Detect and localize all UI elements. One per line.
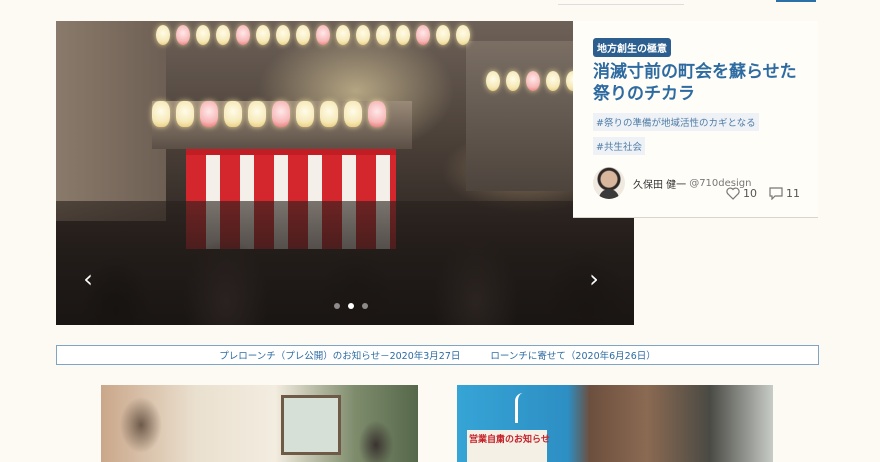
chevron-right-icon: › [589, 265, 599, 293]
avatar [593, 167, 625, 199]
carousel-dots [334, 303, 368, 309]
lantern [376, 25, 390, 45]
article-stats: 10 11 [726, 187, 800, 200]
heart-icon [726, 187, 740, 200]
top-divider [558, 4, 684, 5]
lantern [176, 25, 190, 45]
like-button[interactable]: 10 [726, 187, 757, 200]
author-name[interactable]: 久保田 健一 [633, 176, 686, 191]
lantern [506, 71, 520, 91]
tag-link[interactable]: #共生社会 [593, 137, 645, 155]
hero-carousel[interactable]: ‹ › [56, 21, 634, 325]
article-title[interactable]: 消滅寸前の町会を蘇らせた 祭りのチカラ [593, 61, 800, 105]
lantern [296, 101, 314, 127]
comment-icon [769, 187, 783, 200]
article-thumbnail[interactable] [101, 385, 418, 462]
lantern-row-stage [152, 101, 386, 127]
lantern [344, 101, 362, 127]
article-tags: #祭りの準備が地域活性のカギとなる #共生社会 [593, 105, 800, 155]
prelaunch-notice-link[interactable]: プレローンチ（プレ公開）のお知らせ－2020年3月27日 [219, 348, 460, 362]
lantern [456, 25, 470, 45]
launch-notice-link[interactable]: ローンチに寄せて（2020年6月26日） [490, 348, 655, 362]
lantern [236, 25, 250, 45]
lantern [176, 101, 194, 127]
chevron-left-icon: ‹ [83, 265, 93, 293]
carousel-dot[interactable] [362, 303, 368, 309]
lantern [216, 25, 230, 45]
article-title-line2: 祭りのチカラ [593, 84, 695, 104]
lantern [368, 101, 386, 127]
poster-text: 営業自粛のお知らせ [469, 435, 550, 445]
lantern [272, 101, 290, 127]
bird-icon [515, 393, 529, 423]
lantern-row-top [156, 25, 470, 45]
carousel-next-button[interactable]: › [584, 265, 604, 293]
carousel-prev-button[interactable]: ‹ [78, 265, 98, 293]
lantern [248, 101, 266, 127]
lantern [336, 25, 350, 45]
like-count: 10 [743, 187, 757, 200]
lantern [156, 25, 170, 45]
lantern [526, 71, 540, 91]
comment-button[interactable]: 11 [769, 187, 800, 200]
lantern [416, 25, 430, 45]
lantern [296, 25, 310, 45]
lantern [276, 25, 290, 45]
lantern [436, 25, 450, 45]
article-thumbnail[interactable]: 営業自粛のお知らせ [457, 385, 773, 462]
carousel-dot-active[interactable] [348, 303, 354, 309]
lantern [152, 101, 170, 127]
lantern [356, 25, 370, 45]
lantern [196, 25, 210, 45]
lantern [396, 25, 410, 45]
lantern [256, 25, 270, 45]
lantern-row-right [486, 71, 580, 91]
hero-building-left [56, 21, 166, 221]
category-badge[interactable]: 地方創生の極意 [593, 38, 671, 57]
lantern [486, 71, 500, 91]
thumbnail-window [281, 395, 341, 455]
lantern [200, 101, 218, 127]
announcement-bar: プレローンチ（プレ公開）のお知らせ－2020年3月27日 ローンチに寄せて（20… [56, 345, 819, 365]
featured-article-card[interactable]: 地方創生の極意 消滅寸前の町会を蘇らせた 祭りのチカラ #祭りの準備が地域活性の… [573, 21, 818, 218]
lantern [224, 101, 242, 127]
top-accent-bar [776, 0, 816, 2]
comment-count: 11 [786, 187, 800, 200]
article-title-line1: 消滅寸前の町会を蘇らせた [593, 62, 797, 82]
carousel-dot[interactable] [334, 303, 340, 309]
lantern [320, 101, 338, 127]
tag-link[interactable]: #祭りの準備が地域活性のカギとなる [593, 113, 759, 131]
lantern [546, 71, 560, 91]
lantern [316, 25, 330, 45]
